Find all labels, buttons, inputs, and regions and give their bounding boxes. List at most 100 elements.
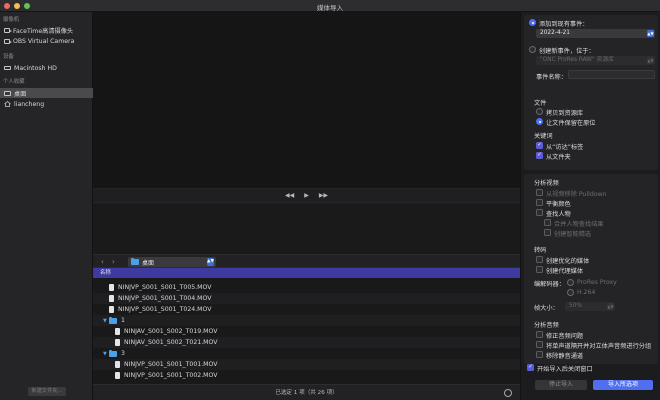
location-popup[interactable]: 桌面 ▲▼: [128, 257, 216, 267]
sidebar-item-macintosh-hd[interactable]: Macintosh HD: [0, 63, 93, 73]
files-section: 文件 拷贝到资源库 让文件保留在原位 关键词 ✓ 从“访达”标签 ✓ 从文件夹: [524, 94, 658, 170]
copy-to-library-label: 拷贝到资源库: [546, 110, 584, 117]
list-item[interactable]: NINJVP_S001_S001_T024.MOV: [93, 304, 520, 315]
camera-icon: [4, 38, 12, 44]
stop-import-button[interactable]: 停止导入: [535, 380, 587, 390]
add-to-event-label: 添加到现有事件：: [539, 21, 589, 28]
list-item[interactable]: NINJVP_S001_S001_T004.MOV: [93, 293, 520, 304]
frame-size-popup[interactable]: 50% ▲▼: [565, 302, 615, 311]
add-to-event-radio[interactable]: [529, 19, 536, 26]
proxy-media-checkbox[interactable]: [536, 266, 543, 273]
title-bar: 媒体导入: [0, 0, 660, 12]
folder-row[interactable]: ▼ 1: [93, 315, 520, 326]
movie-file-icon: [109, 284, 114, 291]
sidebar-item-home[interactable]: liancheng: [0, 99, 93, 109]
smart-collections-checkbox[interactable]: [544, 229, 551, 236]
sidebar-item-label: liancheng: [14, 100, 45, 108]
sidebar-item-facetime-camera[interactable]: FaceTime高清摄像头: [0, 25, 93, 35]
keywords-heading: 关键词: [534, 133, 553, 140]
find-people-checkbox[interactable]: [536, 209, 543, 216]
sidebar-item-label: 桌面: [14, 90, 27, 98]
movie-file-icon: [115, 339, 120, 346]
prores-proxy-label: ProRes Proxy: [577, 279, 617, 286]
selection-status: 已选定 1 项（共 26 项）: [93, 384, 520, 400]
remove-silent-label: 移除静音通道: [546, 353, 584, 360]
window-title: 媒体导入: [317, 4, 343, 12]
analyze-audio-heading: 分析音频: [534, 322, 559, 329]
event-name-field[interactable]: [568, 70, 655, 79]
from-folders-checkbox[interactable]: ✓: [536, 152, 543, 159]
remove-silent-checkbox[interactable]: [536, 351, 543, 358]
file-list: NINJVP_S001_S001_T005.MOV NINJVP_S001_S0…: [93, 278, 520, 384]
list-item-label: NINJVP_S001_S001_T005.MOV: [118, 284, 212, 291]
close-after-import-label: 开始导入后关闭窗口: [537, 366, 593, 373]
sidebar-item-obs-camera[interactable]: OBS Virtual Camera: [0, 36, 93, 46]
forward-icon[interactable]: ›: [112, 258, 119, 266]
movie-file-icon: [109, 306, 114, 313]
sidebar-item-desktop[interactable]: 桌面: [0, 88, 93, 98]
movie-file-icon: [115, 328, 120, 335]
consolidate-people-label: 合并人物查找结果: [554, 221, 604, 228]
clip-settings-icon[interactable]: [504, 389, 512, 397]
import-selected-button[interactable]: 导入所选项: [593, 380, 653, 390]
sidebar-item-label: FaceTime高清摄像头: [13, 27, 74, 35]
library-popup[interactable]: "ONC ProRes RAW" 资源库 ▲▼: [536, 56, 655, 65]
remove-pulldown-checkbox[interactable]: [536, 189, 543, 196]
camera-icon: [4, 27, 12, 33]
next-frame-icon[interactable]: ▶▶: [319, 192, 328, 199]
selection-status-label: 已选定 1 项（共 26 项）: [275, 390, 338, 396]
close-after-import-checkbox[interactable]: ✓: [527, 364, 534, 371]
list-item[interactable]: NINJVP_S001_S001_T002.MOV: [93, 370, 520, 381]
new-folder-button[interactable]: 新建文件夹...: [28, 387, 66, 396]
filmstrip: [93, 202, 520, 254]
chevron-updown-icon: ▲▼: [207, 258, 214, 266]
copy-to-library-radio[interactable]: [536, 108, 543, 115]
prores-proxy-radio[interactable]: [567, 279, 574, 286]
remove-pulldown-label: 从视频移除 Pulldown: [546, 191, 607, 198]
list-item[interactable]: NINJVP_S001_S001_T001.MOV: [93, 359, 520, 370]
h264-radio[interactable]: [567, 289, 574, 296]
movie-file-icon: [109, 295, 114, 302]
leave-in-place-radio[interactable]: [536, 118, 543, 125]
previous-frame-icon[interactable]: ◀◀: [285, 192, 294, 199]
analysis-section: 分析视频 从视频移除 Pulldown 平衡颜色 查找人物 合并人物查找结果 创…: [524, 174, 658, 322]
sidebar-heading-cameras: 摄像机: [3, 17, 20, 23]
list-item-label: NINJVP_S001_S001_T002.MOV: [124, 372, 218, 379]
disk-icon: [4, 66, 11, 70]
list-item[interactable]: NINJAV_S001_S002_T021.MOV: [93, 337, 520, 348]
library-value: "ONC ProRes RAW" 资源库: [540, 57, 614, 63]
path-bar: ‹ › 桌面 ▲▼: [93, 254, 520, 268]
sidebar-item-label: OBS Virtual Camera: [13, 37, 75, 45]
fix-audio-checkbox[interactable]: [536, 331, 543, 338]
media-browser: ◀◀ ▶ ▶▶ ‹ › 桌面 ▲▼ 名称 NINJVP_S001_S001_T0…: [93, 12, 520, 400]
consolidate-people-checkbox[interactable]: [544, 219, 551, 226]
create-event-radio[interactable]: [529, 46, 536, 53]
balance-color-checkbox[interactable]: [536, 199, 543, 206]
list-item-label: 1: [121, 317, 125, 324]
list-item-label: NINJAV_S001_S002_T019.MOV: [124, 328, 218, 335]
smart-collections-label: 创建智能精选: [554, 231, 592, 238]
folder-row[interactable]: ▼ 3: [93, 348, 520, 359]
sidebar-item-label: Macintosh HD: [14, 64, 57, 72]
list-item-label: NINJVP_S001_S001_T001.MOV: [124, 361, 218, 368]
event-popup[interactable]: 2022-4-21 ▲▼: [536, 29, 655, 38]
frame-size-value: 50%: [569, 303, 582, 309]
mono-stereo-label: 将单声道隔开并对立体声音频进行分组: [546, 343, 652, 350]
name-column-header[interactable]: 名称: [93, 268, 520, 278]
mono-stereo-checkbox[interactable]: [536, 341, 543, 348]
sidebar-heading-devices: 设备: [3, 54, 14, 60]
folder-icon: [109, 316, 117, 324]
audio-analysis-section: 分析音频 修正音频问题 将单声道隔开并对立体声音频进行分组 移除静音通道: [524, 316, 658, 364]
list-item[interactable]: NINJVP_S001_S001_T005.MOV: [93, 282, 520, 293]
chevron-updown-icon: ▲▼: [647, 57, 654, 64]
event-name-label: 事件名称：: [536, 74, 567, 81]
list-item[interactable]: NINJAV_S001_S002_T019.MOV: [93, 326, 520, 337]
back-icon[interactable]: ‹: [101, 258, 108, 266]
finder-tags-checkbox[interactable]: ✓: [536, 142, 543, 149]
h264-label: H.264: [577, 289, 596, 296]
codec-label: 编解码器：: [534, 281, 565, 288]
play-icon[interactable]: ▶: [304, 192, 309, 199]
frame-size-label: 帧大小：: [534, 305, 559, 312]
optimized-media-checkbox[interactable]: [536, 256, 543, 263]
finder-tags-label: 从“访达”标签: [546, 144, 584, 151]
